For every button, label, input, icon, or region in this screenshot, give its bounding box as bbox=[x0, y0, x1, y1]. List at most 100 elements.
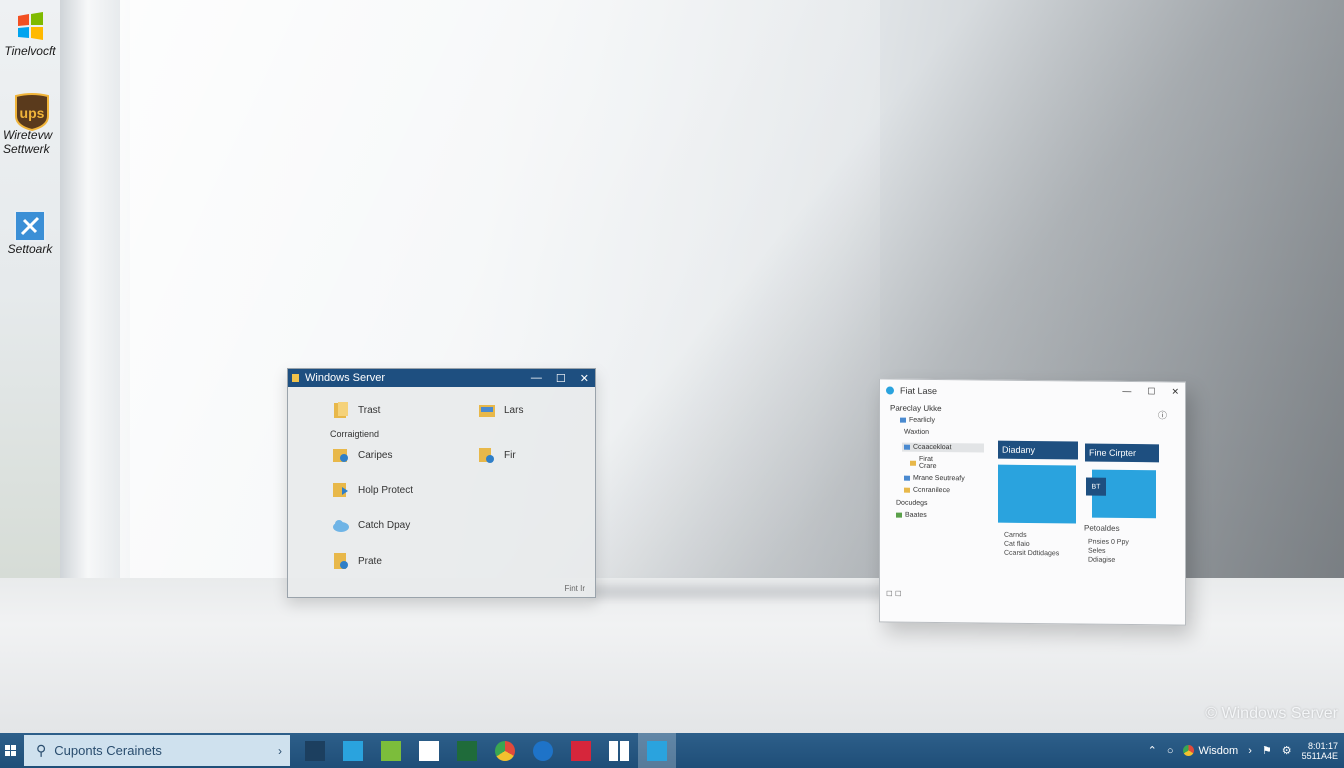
close-icon[interactable]: ✕ bbox=[1171, 386, 1179, 397]
folder-icon bbox=[479, 405, 495, 417]
list-item[interactable]: Pnsies 0 Ppy bbox=[1088, 538, 1129, 547]
list-item[interactable]: Ccarsit Ddtidages bbox=[1004, 549, 1059, 559]
tree-header-text: Pareclay Ukke bbox=[890, 403, 942, 414]
taskbar-app-list bbox=[296, 733, 676, 768]
windows-grid-icon bbox=[419, 740, 439, 761]
taskbar-app-button[interactable] bbox=[334, 733, 372, 768]
panel-diadany-tile[interactable] bbox=[998, 464, 1076, 524]
start-button[interactable] bbox=[0, 733, 22, 768]
taskbar-search-box[interactable]: ⚲ Cuponts Cerainets › bbox=[24, 735, 290, 766]
clock-time: 8:01:17 bbox=[1307, 740, 1338, 751]
item-prate[interactable]: Prate bbox=[332, 552, 382, 570]
item-catch-dpay[interactable]: Catch Dpay bbox=[332, 516, 410, 534]
help-icon[interactable]: ⓘ bbox=[1158, 408, 1167, 421]
tree-item[interactable]: Docudegs bbox=[896, 500, 928, 507]
taskbar-app-button[interactable] bbox=[562, 733, 600, 768]
tree-item-label: Waxtion bbox=[904, 428, 930, 436]
item-lars[interactable]: Lars bbox=[478, 401, 523, 419]
panel-title: Diadany bbox=[1002, 444, 1036, 456]
tree-node-icon bbox=[910, 460, 916, 466]
desktop-icon-settoark[interactable]: Settoark bbox=[0, 208, 60, 256]
taskbar-app-button[interactable] bbox=[372, 733, 410, 768]
section-label-text: Corraigtiend bbox=[330, 429, 380, 439]
maximize-icon[interactable]: ☐ bbox=[556, 372, 566, 385]
windows-logo-icon bbox=[12, 10, 48, 44]
window-titlebar[interactable]: Windows Server — ☐ ✕ bbox=[288, 369, 595, 387]
ups-logo-icon: ups bbox=[12, 92, 49, 132]
notification-icon[interactable]: ⚑ bbox=[1262, 744, 1272, 757]
panel-fine-cirpter-header[interactable]: Fine Cirpter bbox=[1085, 443, 1159, 463]
file-icon bbox=[334, 553, 348, 569]
chevron-up-icon[interactable]: ⌃ bbox=[1148, 744, 1157, 757]
windows-server-window[interactable]: Windows Server — ☐ ✕ Trast Lars Corraigt… bbox=[287, 368, 596, 598]
app-icon bbox=[886, 386, 894, 395]
panel-diadany-header[interactable]: Diadany bbox=[998, 440, 1078, 460]
tree-item-selected[interactable]: Ccaacekloat bbox=[902, 442, 984, 453]
folder-arrow-icon bbox=[333, 483, 348, 497]
taskbar-app-button[interactable] bbox=[486, 733, 524, 768]
tree-node-icon bbox=[900, 417, 906, 423]
item-trast[interactable]: Trast bbox=[332, 401, 380, 419]
minimize-icon[interactable]: — bbox=[531, 372, 542, 384]
taskbar-app-button[interactable] bbox=[448, 733, 486, 768]
tree-item[interactable]: Ccnranilece bbox=[904, 487, 950, 494]
svg-text:ups: ups bbox=[20, 105, 45, 121]
close-icon[interactable]: ✕ bbox=[580, 372, 589, 385]
tree-item[interactable]: Fearlicly bbox=[900, 417, 935, 424]
window-glass bbox=[0, 0, 62, 580]
tree-item-label: Fearlicly bbox=[909, 416, 936, 424]
tree-item[interactable]: Waxtion bbox=[904, 429, 929, 436]
arrow-right-icon[interactable]: › bbox=[1248, 745, 1252, 757]
settings-icon[interactable]: ⚙ bbox=[1282, 744, 1292, 757]
tree-item[interactable]: Mrane Seutreafy bbox=[904, 475, 965, 482]
tree-item-label: Docudegs bbox=[896, 499, 928, 507]
item-label: Prate bbox=[358, 555, 382, 567]
desktop-icon-label: Tinelvocft bbox=[4, 44, 56, 58]
desktop-icon-tinelvocft[interactable]: Tinelvocft bbox=[0, 10, 60, 58]
item-caripes[interactable]: Caripes bbox=[332, 446, 392, 464]
desktop-icon-wiretevw[interactable]: ups Wiretevw Settwerk bbox=[0, 92, 60, 156]
item-fir[interactable]: Fir bbox=[478, 446, 516, 464]
list-item[interactable]: Ddiagise bbox=[1088, 556, 1129, 565]
item-label: Caripes bbox=[358, 449, 393, 461]
chrome-icon[interactable] bbox=[1183, 745, 1195, 756]
circle-icon[interactable]: ○ bbox=[1167, 745, 1174, 757]
folder-settings-icon bbox=[333, 449, 348, 462]
desktop-icon-label: Wiretevw Settwerk bbox=[3, 128, 53, 156]
window-app-icon bbox=[292, 374, 299, 382]
taskbar-app-button[interactable] bbox=[410, 733, 448, 768]
clock-date: 5511A4E bbox=[1301, 750, 1338, 761]
list-item[interactable]: Seles bbox=[1088, 547, 1129, 556]
item-label: Trast bbox=[358, 404, 381, 416]
system-tray: ⌃ ○ Wisdom › ⚑ ⚙ 8:01:17 5511A4E bbox=[1148, 733, 1344, 768]
code-icon bbox=[457, 740, 477, 761]
store-icon bbox=[647, 740, 667, 761]
tree-item-label: Firat Crare bbox=[919, 455, 937, 470]
tree-item-label: Ccaacekloat bbox=[913, 443, 952, 452]
minimize-icon[interactable]: — bbox=[1122, 386, 1131, 396]
panel-fine-cirpter-tile[interactable]: BT bbox=[1086, 469, 1156, 519]
item-label: Lars bbox=[504, 404, 524, 416]
taskbar-app-button[interactable] bbox=[638, 733, 676, 768]
terminal-icon bbox=[305, 740, 325, 761]
folder-icon bbox=[334, 402, 348, 418]
folder-settings-icon bbox=[479, 448, 494, 463]
taskbar-app-button[interactable] bbox=[296, 733, 334, 768]
tree-node-icon bbox=[904, 487, 910, 493]
taskbar-app-button[interactable] bbox=[600, 733, 638, 768]
clock[interactable]: 8:01:17 5511A4E bbox=[1302, 741, 1338, 761]
tray-label[interactable]: Wisdom bbox=[1198, 745, 1238, 757]
tree-item[interactable]: Baates bbox=[896, 512, 927, 519]
tree-node-icon bbox=[904, 475, 910, 481]
window-titlebar[interactable]: Fiat Lase — ☐ ✕ bbox=[880, 379, 1185, 404]
panel-diadany-list: Carnds Cat flaio Ccarsit Ddtidages bbox=[1004, 531, 1059, 559]
cloud-icon bbox=[333, 520, 349, 532]
maximize-icon[interactable]: ☐ bbox=[1147, 386, 1155, 397]
item-label: Fir bbox=[504, 449, 516, 461]
fiat-lase-window[interactable]: Fiat Lase — ☐ ✕ Pareclay Ukke ⓘ Fearlicl… bbox=[879, 378, 1186, 626]
item-holp-protect[interactable]: Holp Protect bbox=[332, 481, 413, 499]
tree-item[interactable]: Firat Crare bbox=[910, 456, 949, 470]
photo-icon bbox=[381, 740, 401, 761]
taskbar-app-button[interactable] bbox=[524, 733, 562, 768]
chevron-right-icon: › bbox=[278, 743, 282, 758]
